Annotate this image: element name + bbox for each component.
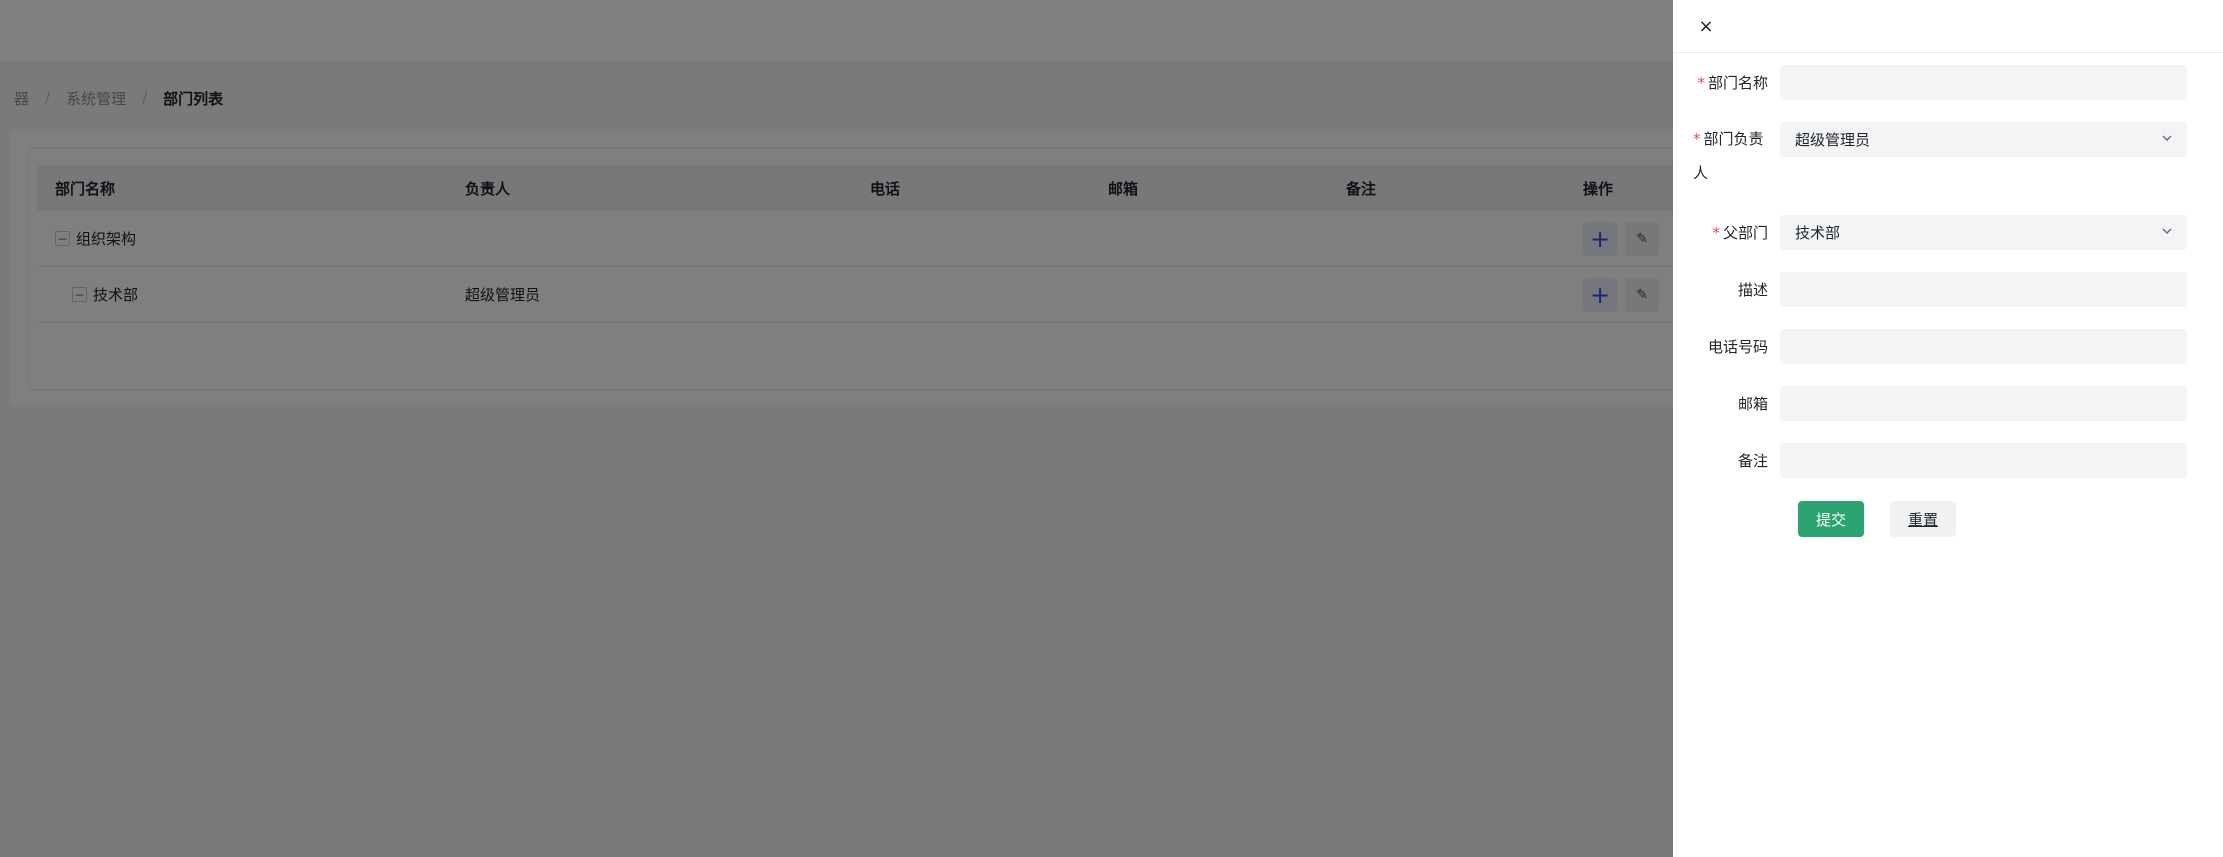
dept-owner-value: 超级管理员 xyxy=(1795,131,1871,149)
form-row-description: 描述 xyxy=(1673,272,2223,307)
remark-input[interactable] xyxy=(1780,443,2187,478)
phone-field[interactable] xyxy=(1795,337,2172,356)
required-mark: * xyxy=(1693,130,1701,148)
dept-owner-label: * 部门负责 人 xyxy=(1693,130,1764,182)
form-row-dept-name: * 部门名称 xyxy=(1673,65,2223,100)
close-icon[interactable]: × xyxy=(1695,15,1717,37)
dept-name-label: * 部门名称 xyxy=(1697,74,1768,92)
required-mark: * xyxy=(1697,74,1705,92)
remark-field[interactable] xyxy=(1795,451,2172,470)
phone-label: 电话号码 xyxy=(1707,338,1768,356)
parent-dept-value: 技术部 xyxy=(1795,224,1841,242)
dept-name-input[interactable] xyxy=(1780,65,2187,100)
dept-name-field[interactable] xyxy=(1795,73,2172,92)
email-field[interactable] xyxy=(1795,394,2172,413)
form-row-parent-dept: * 父部门 技术部 xyxy=(1673,215,2223,250)
dept-owner-select[interactable]: 超级管理员 xyxy=(1780,122,2187,157)
remark-label: 备注 xyxy=(1737,452,1768,470)
email-input[interactable] xyxy=(1780,386,2187,421)
reset-button[interactable]: 重置 xyxy=(1890,501,1956,537)
phone-input[interactable] xyxy=(1780,329,2187,364)
description-label: 描述 xyxy=(1737,281,1768,299)
parent-dept-select[interactable]: 技术部 xyxy=(1780,215,2187,250)
description-input[interactable] xyxy=(1780,272,2187,307)
drawer-header: × xyxy=(1673,0,2223,53)
form-row-phone: 电话号码 xyxy=(1673,329,2223,364)
email-label: 邮箱 xyxy=(1737,395,1768,413)
form-row-dept-owner: * 部门负责 人 超级管理员 xyxy=(1673,122,2223,190)
required-mark: * xyxy=(1712,224,1720,242)
parent-dept-label: * 父部门 xyxy=(1712,224,1768,242)
chevron-down-icon xyxy=(2162,133,2172,143)
chevron-down-icon xyxy=(2162,226,2172,236)
description-field[interactable] xyxy=(1795,280,2172,299)
form-row-email: 邮箱 xyxy=(1673,386,2223,421)
submit-button[interactable]: 提交 xyxy=(1798,501,1864,537)
form-row-remark: 备注 xyxy=(1673,443,2223,478)
